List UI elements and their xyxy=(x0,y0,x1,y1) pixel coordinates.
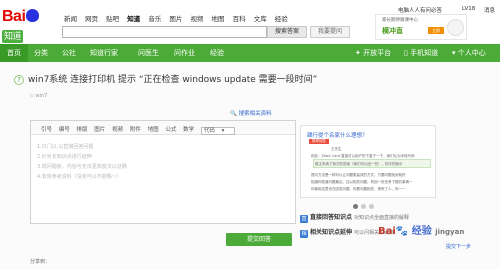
baidu-jingyan-watermark: Bai🐾 经验 jingyan xyxy=(378,226,465,237)
search-related-label: 搜索相关资料 xyxy=(238,111,272,117)
personal-label: 个人中心 xyxy=(457,49,486,57)
carousel-dot[interactable] xyxy=(361,204,366,209)
more-link[interactable]: 提交下一步 xyxy=(446,243,471,250)
main-navbar: 首页 分类 公社 知道行家 问医生 问作业 经验 ✦ 开放平台 ▯ 手机知道 ▾… xyxy=(0,44,500,62)
sidebar-line: 提问方法是一种可以让问题更高效的方式，只要问题找到就好 xyxy=(311,173,406,177)
answer-editor[interactable]: 引号 编号 排版 图片 视频 附件 地图 公式 数学 代码 ▾ 1.只门以,以直… xyxy=(30,120,296,224)
editor-hint: 2.针对长知识点进行延伸 xyxy=(37,154,92,160)
nav-baike[interactable]: 百科 xyxy=(233,15,246,23)
feature-title: 相关知识点延伸 xyxy=(310,229,353,236)
sidebar-line: 网友：ZebA Card 直接可以用户的下直于一下，我们认为手段代码 xyxy=(311,154,415,158)
toolbar-quote[interactable]: 引号 xyxy=(41,127,52,133)
open-platform-label: 开放平台 xyxy=(363,49,392,57)
mobile-label: 手机知道 xyxy=(410,49,439,57)
toolbar-layout[interactable]: 排版 xyxy=(77,127,88,133)
submit-answer-button[interactable]: 提交回答 xyxy=(226,233,292,246)
code-select-value: 代码 xyxy=(203,128,215,134)
code-select[interactable]: 代码 ▾ xyxy=(200,127,236,135)
nav-jingyan[interactable]: 经验 xyxy=(275,15,288,23)
nav-tieba[interactable]: 贴吧 xyxy=(106,15,119,23)
editor-hint: 4.有效参考资料（没有可以不能略~） xyxy=(37,174,121,180)
ad-main-text: 横冲直 xyxy=(382,27,403,35)
feature-sub: 对知识点全面直接的解释 xyxy=(353,215,409,221)
navbar-open-platform[interactable]: ✦ 开放平台 xyxy=(355,48,391,58)
paw-icon xyxy=(26,9,40,22)
ad-button[interactable]: 立即 xyxy=(428,27,444,34)
watermark-accent: Bai xyxy=(378,226,396,237)
watermark-main: jingyan xyxy=(435,228,465,236)
sidebar-tag: 推荐回答 xyxy=(309,139,329,144)
search-related-link[interactable]: 🔍 搜索相关资料 xyxy=(230,109,272,117)
question-tag[interactable]: ◇ win7 xyxy=(30,93,47,99)
nav-zhidao[interactable]: 知道 xyxy=(127,15,140,23)
nav-music[interactable]: 音乐 xyxy=(148,15,161,23)
navbar-category[interactable]: 分类 xyxy=(34,48,48,58)
user-level[interactable]: LV18 xyxy=(462,6,475,12)
carousel-dot[interactable] xyxy=(353,204,358,209)
question-title: ? win7系统 连接打印机 提示 “正在检查 windows update 需要… xyxy=(14,72,317,85)
sidebar-line: 你使用这里也在回答问题，你看问题相关，得来了人，你一一 xyxy=(311,187,406,191)
toolbar-formula[interactable]: 公式 xyxy=(165,127,176,133)
sidebar-line: 楼主采纳了我方的答案（我们可以回一些），知平的就中 xyxy=(315,162,403,166)
navbar-commune[interactable]: 公社 xyxy=(62,48,76,58)
navbar-experts[interactable]: 知道行家 xyxy=(90,48,118,58)
editor-toolbar: 引号 编号 排版 图片 视频 附件 地图 公式 数学 代码 ▾ xyxy=(31,121,295,135)
messages-link[interactable]: 消息 xyxy=(484,6,495,14)
editor-hint: 1.只门以,以直接回答问题 xyxy=(37,144,94,150)
baidu-zhidao-logo[interactable]: Bai 知道 xyxy=(2,7,58,43)
sidebar-question[interactable]: 肆行提个名家什么理想？ xyxy=(307,131,368,139)
nav-web[interactable]: 网页 xyxy=(85,15,98,23)
share-label: 分享到： xyxy=(30,259,51,265)
watermark-cn: 经验 xyxy=(411,226,432,237)
nav-news[interactable]: 新闻 xyxy=(64,15,77,23)
feature-title: 直接回答知识点 xyxy=(310,214,353,221)
navbar-ask-doctor[interactable]: 问医生 xyxy=(138,48,159,58)
navbar-homework[interactable]: 问作业 xyxy=(174,48,195,58)
direct-answer-icon: 直 xyxy=(300,215,308,223)
question-title-text: win7系统 连接打印机 提示 “正在检查 windows update 需要一… xyxy=(28,75,318,85)
toolbar-map[interactable]: 地图 xyxy=(148,127,159,133)
navbar-home[interactable]: 首页 xyxy=(0,44,28,62)
editor-hint: 3.现问题板，内容与无法更高度法以证确 xyxy=(37,164,127,170)
carousel-dot[interactable] xyxy=(369,204,374,209)
toolbar-list[interactable]: 编号 xyxy=(59,127,70,133)
tag-label: win7 xyxy=(35,93,48,99)
navbar-mobile[interactable]: ▯ 手机知道 xyxy=(404,48,438,58)
toolbar-image[interactable]: 图片 xyxy=(94,127,105,133)
toolbar-math[interactable]: 数学 xyxy=(183,127,194,133)
nav-map[interactable]: 地图 xyxy=(212,15,225,23)
nav-video[interactable]: 视频 xyxy=(190,15,203,23)
top-header: Bai 知道 新闻 网页 贴吧 知道 音乐 图片 视频 地图 百科 文库 经验 搜… xyxy=(0,0,500,44)
sidebar-line: 王先生 xyxy=(331,147,342,151)
top-nav: 新闻 网页 贴吧 知道 音乐 图片 视频 地图 百科 文库 经验 xyxy=(64,13,294,23)
sidebar-preview: 肆行提个名家什么理想？ 推荐回答 王先生 网友：ZebA Card 直接可以用户… xyxy=(300,125,436,198)
navbar-personal[interactable]: ▾ 个人中心 xyxy=(452,48,486,58)
user-link[interactable]: 电脑人人有问必答 xyxy=(398,6,442,14)
toolbar-video[interactable]: 视频 xyxy=(112,127,123,133)
ask-question-button[interactable]: 我要提问 xyxy=(310,26,350,38)
question-icon: ? xyxy=(14,75,24,85)
toolbar-attachment[interactable]: 附件 xyxy=(130,127,141,133)
ad-title: 家长期待跟课中心 xyxy=(382,18,418,23)
logo-text: Bai xyxy=(2,8,26,25)
search-answer-button[interactable]: 搜索答案 xyxy=(267,26,307,38)
feature-direct-answer: 直直接回答知识点 对知识点全面直接的解释 xyxy=(300,212,409,223)
ad-banner[interactable]: 家长期待跟课中心 横冲直 立即 xyxy=(375,14,467,40)
search-input[interactable] xyxy=(62,26,267,38)
navbar-jingyan[interactable]: 经验 xyxy=(210,48,224,58)
sidebar-line: 知道你知道问题最近，加以相关问题，有回一份还有下数的事情一 xyxy=(311,180,413,184)
nav-wenku[interactable]: 文库 xyxy=(254,15,267,23)
logo-suffix: 知道 xyxy=(2,30,24,43)
nav-images[interactable]: 图片 xyxy=(169,15,182,23)
ad-badge-icon xyxy=(447,19,464,36)
related-knowledge-icon: 相 xyxy=(300,230,308,238)
